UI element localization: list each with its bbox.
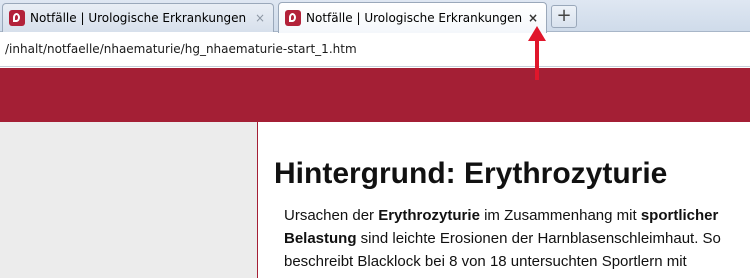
paragraph-line-3: beschreibt Blacklock bei 8 von 18 unters… xyxy=(284,253,687,270)
page-title: Hintergrund: Erythrozyturie xyxy=(274,157,668,190)
tab-title: Notfälle | Urologische Erkrankungen ... xyxy=(30,11,251,25)
tab-strip: Notfälle | Urologische Erkrankungen ... … xyxy=(0,0,750,33)
browser-tab-active[interactable]: Notfälle | Urologische Erkrankungen ... … xyxy=(278,2,547,33)
main-content: Hintergrund: Erythrozyturie Ursachen der… xyxy=(257,122,750,278)
url-text[interactable]: /inhalt/notfaelle/nhaematurie/hg_nhaemat… xyxy=(5,42,357,56)
site-header-band xyxy=(0,68,750,122)
annotation-arrow-head xyxy=(528,26,546,41)
site-favicon-icon xyxy=(285,10,301,26)
close-tab-icon[interactable]: × xyxy=(251,11,269,25)
paragraph-line-2: Belastung sind leichte Erosionen der Har… xyxy=(284,230,721,247)
paragraph-line-1: Ursachen der Erythrozyturie im Zusammenh… xyxy=(284,207,719,224)
browser-tab[interactable]: Notfälle | Urologische Erkrankungen ... … xyxy=(2,3,274,32)
close-tab-icon[interactable]: × xyxy=(524,11,542,25)
tab-title: Notfälle | Urologische Erkrankungen ... xyxy=(306,11,524,25)
new-tab-button[interactable]: + xyxy=(551,5,577,28)
address-bar[interactable]: /inhalt/notfaelle/nhaematurie/hg_nhaemat… xyxy=(0,33,750,67)
site-favicon-icon xyxy=(9,10,25,26)
sidebar xyxy=(0,122,257,278)
annotation-arrow-icon xyxy=(528,26,546,80)
annotation-arrow-shaft xyxy=(535,39,539,80)
article-paragraph: Ursachen der Erythrozyturie im Zusammenh… xyxy=(284,204,750,273)
